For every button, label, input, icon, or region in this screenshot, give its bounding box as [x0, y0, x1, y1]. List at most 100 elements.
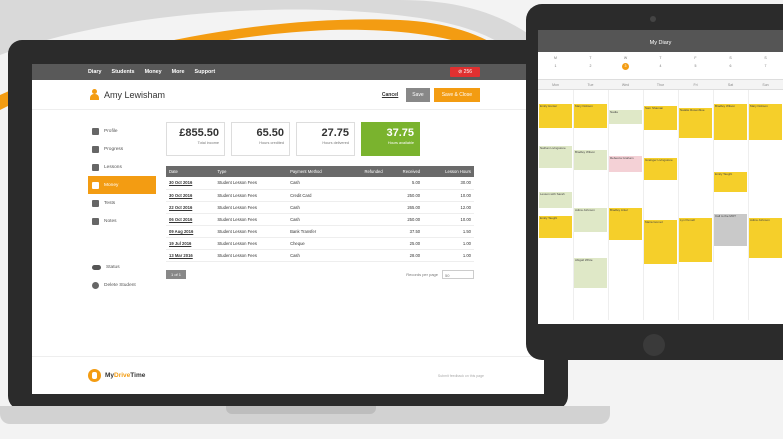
calendar-event[interactable]: Nathan Livingstone: [539, 146, 572, 168]
nav-money[interactable]: Money: [145, 69, 162, 75]
table-cell: Student Lesson Fees: [214, 213, 288, 226]
records-per-page-select[interactable]: 50: [442, 269, 474, 279]
table-cell: 250.00: [385, 189, 424, 202]
sidebar-item-notes[interactable]: Notes: [88, 212, 156, 230]
day-number: 6: [729, 64, 732, 68]
stats-row: £855.50 Total income 65.50 Hours credited …: [166, 122, 474, 156]
calendar-event[interactable]: Lyn Pemell: [679, 218, 712, 262]
table-cell: Bank Transfer: [287, 225, 348, 238]
footer: MyDriveTime Submit feedback on this page: [32, 356, 544, 394]
table-cell[interactable]: 13 Mar 2016: [166, 249, 215, 262]
day-column[interactable]: S6: [713, 52, 748, 79]
day-column[interactable]: M1: [538, 52, 573, 79]
page-indicator[interactable]: 1 of 1: [166, 269, 187, 279]
calendar-event[interactable]: Grainger Livingstone: [644, 158, 677, 180]
col-lesson-hours[interactable]: Lesson Hours: [423, 166, 474, 177]
logo-part-my: My: [105, 372, 115, 379]
calendar-event[interactable]: Adina Johnson: [749, 218, 782, 258]
alert-badge[interactable]: ⊘ 256: [450, 67, 480, 77]
calendar-event[interactable]: Call to the MOT: [714, 214, 747, 246]
weekday-label: Fri: [693, 83, 698, 87]
sidebar-item-money[interactable]: Money: [88, 176, 156, 194]
feedback-link[interactable]: Submit feedback on this page: [438, 374, 484, 378]
table-row[interactable]: 30 Oct 2016 Student Lesson Fees Credit Car…: [166, 189, 474, 202]
logo-part-drive: Drive: [114, 372, 131, 379]
calendar-event[interactable]: Emily Taught: [714, 172, 747, 192]
table-cell: 1.00: [423, 237, 474, 250]
records-per-page-value: 50: [445, 272, 450, 278]
calendar-event[interactable]: Natalie Rosenblue: [679, 108, 712, 138]
nav-more[interactable]: More: [172, 69, 185, 75]
table-row[interactable]: 13 Mar 2016 Student Lesson Fees Cash 28.00 1…: [166, 249, 474, 262]
day-letter: T: [589, 56, 592, 60]
tablet-home-button[interactable]: [643, 334, 665, 356]
top-nav: Diary Students Money More Support ⊘ 256: [32, 64, 544, 80]
table-cell[interactable]: 22 Oct 2016: [166, 201, 215, 214]
col-type[interactable]: Type: [214, 166, 288, 177]
calendar-event[interactable]: Emily Taught: [539, 216, 572, 238]
table-cell[interactable]: 30 Oct 2016: [166, 177, 215, 190]
table-cell: Cash: [287, 177, 348, 190]
weekday-label: Thur: [656, 83, 665, 87]
table-row[interactable]: 19 Jul 2016 Student Lesson Fees Cheque 25.0…: [166, 237, 474, 250]
sidebar-item-progress[interactable]: Progress: [88, 140, 156, 158]
calendar-event[interactable]: Mary Dobson: [574, 104, 607, 128]
col-refunded[interactable]: Refunded: [347, 166, 386, 177]
day-column[interactable]: T4: [643, 52, 678, 79]
calendar-event[interactable]: Abigail White: [574, 258, 607, 288]
calendar-event[interactable]: Nadia: [609, 110, 642, 124]
student-header: Amy Lewisham Cancel Save Save & Close: [32, 80, 544, 110]
table-cell: [347, 213, 386, 226]
col-date[interactable]: Date: [166, 166, 215, 177]
delete-student-button[interactable]: Delete Student: [88, 276, 156, 294]
table-cell[interactable]: 19 Jul 2016: [166, 237, 215, 250]
delete-label: Delete Student: [104, 282, 136, 288]
day-column[interactable]: S7: [748, 52, 783, 79]
table-cell[interactable]: 09 Aug 2016: [166, 225, 215, 238]
sidebar-item-tests[interactable]: Tests: [88, 194, 156, 212]
table-row[interactable]: 06 Oct 2016 Student Lesson Fees Cash 250.00…: [166, 213, 474, 226]
status-toggle[interactable]: Status: [88, 258, 156, 276]
calendar-event[interactable]: Maria Gomez: [644, 220, 677, 264]
nav-support[interactable]: Support: [195, 69, 216, 75]
day-column[interactable]: T2: [573, 52, 608, 79]
table-cell[interactable]: 06 Oct 2016: [166, 213, 215, 226]
save-button[interactable]: Save: [406, 87, 430, 102]
table-header-row: Date Type Payment Method Refunded Receiv…: [166, 166, 474, 177]
table-row[interactable]: 09 Aug 2016 Student Lesson Fees Bank Trans…: [166, 225, 474, 238]
col-payment-method[interactable]: Payment Method: [287, 166, 348, 177]
day-column[interactable]: W3: [608, 52, 643, 79]
table-cell: Student Lesson Fees: [214, 177, 288, 190]
calendar-event[interactable]: Sam Shaman: [644, 106, 677, 130]
student-name: Amy Lewisham: [104, 89, 166, 100]
calendar-event[interactable]: Bradley Antel: [609, 208, 642, 240]
calendar-event[interactable]: Bradley Wilson: [574, 150, 607, 170]
logo-text: MyDriveTime: [105, 372, 145, 379]
nav-students[interactable]: Students: [112, 69, 135, 75]
stat-value: 65.50: [256, 127, 284, 139]
stat-label: Total income: [197, 141, 219, 145]
table-cell: 250.00: [385, 213, 424, 226]
nav-diary[interactable]: Diary: [88, 69, 102, 75]
table-row[interactable]: 30 Oct 2016 Student Lesson Fees Cash 5.00 30…: [166, 177, 474, 190]
calendar-event[interactable]: Adina Johnson: [574, 208, 607, 232]
cancel-link[interactable]: Cancel: [382, 92, 398, 98]
col-received[interactable]: Received: [385, 166, 424, 177]
table-cell: 12.00: [423, 201, 474, 214]
calendar-event[interactable]: Rebecca Graham: [609, 156, 642, 172]
table-cell: 30.00: [423, 177, 474, 190]
day-column[interactable]: F5: [678, 52, 713, 79]
sidebar-item-label: Money: [104, 182, 119, 188]
sidebar-item-profile[interactable]: Profile: [88, 122, 156, 140]
sidebar-item-lessons[interactable]: Lessons: [88, 158, 156, 176]
table-cell: Student Lesson Fees: [214, 249, 288, 262]
car-icon: [92, 163, 99, 171]
calendar-event[interactable]: Bradley Wilson: [714, 104, 747, 140]
calendar-event[interactable]: Emily Hunter: [539, 104, 572, 128]
calendar-event[interactable]: Mary Dobson: [749, 104, 782, 140]
calendar-event[interactable]: Lesson with Sarah: [539, 192, 572, 208]
save-close-button[interactable]: Save & Close: [433, 87, 480, 102]
table-row[interactable]: 22 Oct 2016 Student Lesson Fees Cash 265.00…: [166, 201, 474, 214]
table-cell[interactable]: 30 Oct 2016: [166, 189, 215, 202]
